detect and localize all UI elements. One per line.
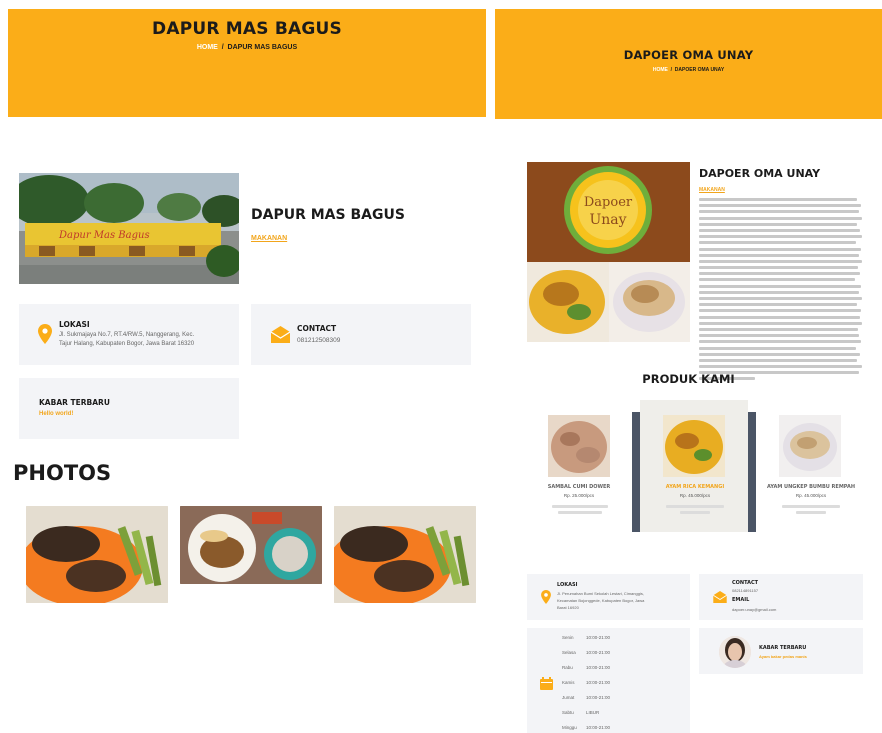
right-contact-title: CONTACT [732, 580, 759, 586]
hours-time-6: LIBUR [586, 710, 600, 715]
right-location-address-1: Jl. Perumahan Bumi Sekolah Lestari, Cima… [557, 591, 644, 596]
left-contact-card: CONTACT 081212508309 [251, 304, 471, 365]
right-location-card: LOKASI Jl. Perumahan Bumi Sekolah Lestar… [527, 574, 690, 620]
product-desc-3 [782, 505, 840, 517]
left-location-address-1: Jl. Sukmajaya No.7, RT.4/RW.5, Nanggeran… [59, 332, 195, 338]
left-breadcrumb: HOME / DAPUR MAS BAGUS [8, 44, 486, 51]
carousel-left-bar[interactable] [632, 412, 640, 532]
logo-text-line1: Dapoer [584, 195, 633, 210]
sambal-cumi-illustration [548, 415, 610, 477]
avatar [719, 636, 751, 668]
product-image-1[interactable] [548, 415, 610, 477]
product-price-2: Rp. 45.000/pcs [679, 493, 711, 498]
calendar-icon [540, 677, 553, 690]
hours-time-7: 10:00-21:00 [586, 725, 611, 730]
left-photo-3[interactable] [334, 506, 476, 603]
product-desc-1 [552, 505, 608, 517]
left-location-title: LOKASI [59, 320, 90, 329]
hours-time-5: 10:00-21:00 [586, 695, 611, 700]
hours-day-3: Rabu [562, 665, 573, 670]
left-news-link[interactable]: Hello world! [39, 411, 73, 417]
right-breadcrumb: HOME / DAPOER OMA UNAY [495, 67, 882, 73]
product-name-2[interactable]: AYAM RICA KEMANGI [652, 484, 738, 490]
left-location-address-2: Tajur Halang, Kabupaten Bogor, Jawa Bara… [59, 341, 195, 347]
right-email-title: EMAIL [732, 597, 750, 603]
right-location-address-2: Kecamatan Bojonggede, Kabupaten Bogor, J… [557, 598, 645, 603]
product-image-2[interactable] [663, 415, 725, 477]
hours-day-1: Senin [562, 635, 574, 640]
grilled-fish-illustration-2 [334, 506, 476, 603]
right-hero-title: DAPOER OMA UNAY [623, 48, 754, 62]
left-breadcrumb-current: DAPUR MAS BAGUS [227, 44, 298, 51]
left-contact-phone[interactable]: 081212508309 [297, 337, 340, 344]
hours-day-7: Minggu [562, 725, 577, 730]
left-contact-title: CONTACT [297, 324, 337, 333]
right-hero-banner: DAPOER OMA UNAY HOME / DAPOER OMA UNAY [495, 9, 882, 119]
right-news-card: KABAR TERBARU Ayam bakar pedas manis [699, 628, 863, 674]
logo-text-line2: Unay [589, 212, 626, 228]
grilled-fish-illustration [26, 506, 168, 603]
carousel-right-bar[interactable] [748, 412, 756, 532]
right-contact-email[interactable]: dapoer.unay@gmail.com [732, 607, 776, 612]
right-contact-card: CONTACT 082114891157 EMAIL dapoer.unay@g… [699, 574, 863, 620]
right-news-title: KABAR TERBARU [759, 645, 807, 651]
product-price-1: Rp. 25.000/pcs [563, 493, 595, 498]
left-location-card: LOKASI Jl. Sukmajaya No.7, RT.4/RW.5, Na… [19, 304, 239, 365]
right-shop-name: DAPOER OMA UNAY [699, 167, 821, 180]
left-breadcrumb-sep: / [221, 44, 224, 51]
right-shop-image: Dapoer Unay [527, 162, 690, 342]
product-image-3[interactable] [779, 415, 841, 477]
left-shop-name: DAPUR MAS BAGUS [251, 207, 405, 223]
hours-time-4: 10:00-21:00 [586, 680, 611, 685]
hours-day-4: Kamis [562, 680, 575, 685]
hours-day-5: Jumat [562, 695, 575, 700]
envelope-icon [271, 326, 290, 343]
left-category-link[interactable]: MAKANAN [251, 235, 287, 242]
right-location-address-3: Barat 16920 [557, 605, 579, 610]
hours-time-1: 10:00-21:00 [586, 635, 611, 640]
store-sign-text: Dapur Mas Bagus [58, 230, 150, 241]
right-breadcrumb-home[interactable]: HOME [653, 67, 668, 73]
right-category-link[interactable]: MAKANAN [699, 187, 725, 193]
avatar-illustration [719, 636, 751, 668]
left-breadcrumb-home[interactable]: HOME [197, 44, 218, 51]
left-photo-2[interactable] [180, 506, 322, 584]
right-shop-description [699, 198, 863, 384]
location-pin-icon [38, 324, 52, 344]
hours-day-6: Sabtu [562, 710, 574, 715]
right-breadcrumb-current: DAPOER OMA UNAY [674, 67, 725, 73]
product-name-3[interactable]: AYAM UNGKEP BUMBU REMPAH [766, 484, 856, 490]
right-news-link[interactable]: Ayam bakar pedas manis [759, 654, 807, 659]
left-hero-banner: DAPUR MAS BAGUS HOME / DAPUR MAS BAGUS [8, 9, 486, 117]
right-location-title: LOKASI [557, 582, 578, 588]
store-photo-illustration: Dapur Mas Bagus [19, 173, 239, 284]
ayam-rica-illustration [663, 415, 725, 477]
right-contact-phone[interactable]: 082114891157 [732, 588, 758, 593]
logo-collage-illustration: Dapoer Unay [527, 162, 690, 342]
location-pin-icon-right [541, 590, 551, 604]
right-breadcrumb-sep: / [670, 67, 673, 73]
hours-time-3: 10:00-21:00 [586, 665, 611, 670]
left-news-title: KABAR TERBARU [39, 398, 110, 407]
ayam-ungkep-illustration [779, 415, 841, 477]
hours-day-2: Selasa [562, 650, 576, 655]
left-photo-1[interactable] [26, 506, 168, 603]
hours-time-2: 10:00-21:00 [586, 650, 611, 655]
rice-plate-illustration [180, 506, 322, 584]
left-photos-title: PHOTOS [13, 461, 112, 485]
product-name-1[interactable]: SAMBAL CUMI DOWER [540, 484, 618, 490]
left-store-image: Dapur Mas Bagus [19, 173, 239, 284]
left-hero-title: DAPUR MAS BAGUS [152, 19, 342, 39]
product-desc-2 [666, 505, 724, 517]
products-title: PRODUK KAMI [642, 372, 735, 386]
right-hours-card: Senin 10:00-21:00 Selasa 10:00-21:00 Rab… [527, 628, 690, 733]
envelope-icon-right [713, 591, 727, 603]
left-news-card: KABAR TERBARU Hello world! [19, 378, 239, 439]
product-price-3: Rp. 45.000/pcs [795, 493, 827, 498]
